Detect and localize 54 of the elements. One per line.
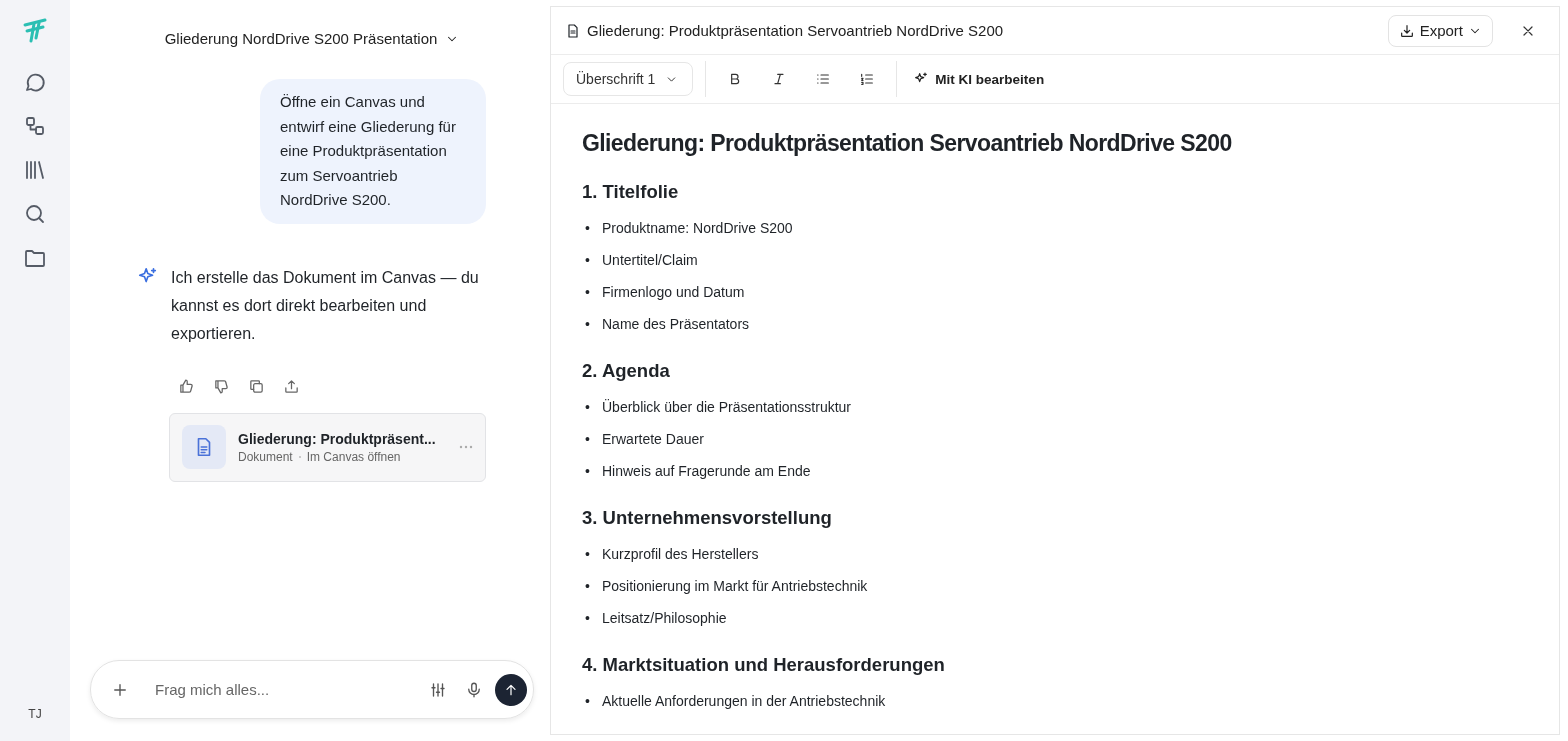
bullet-item: Erwartete Dauer <box>602 430 704 449</box>
numbered-list-icon[interactable] <box>859 71 876 87</box>
document-icon <box>565 22 581 39</box>
bullet-item: Name des Präsentators <box>602 315 750 334</box>
bullet-marker: • <box>584 315 591 334</box>
bullet-item: Positionierung im Markt für Antriebstechnik <box>602 577 868 596</box>
text-style-dropdown[interactable]: Überschrift 1 <box>563 62 694 96</box>
document-card-title: Gliederung: Produktpräsent... <box>238 430 437 447</box>
bullet-item: Hinweis auf Fragerunde am Ende <box>602 462 811 481</box>
download-icon <box>1398 22 1415 39</box>
bullet-item: Kurzprofil des Herstellers <box>602 545 759 564</box>
share-icon[interactable] <box>283 377 300 395</box>
bullet-item: Firmenlogo und Datum <box>602 283 745 302</box>
bullet-item: Aktuelle Anforderungen in der Antriebstechnik <box>602 692 886 711</box>
bullet-marker: • <box>584 219 591 238</box>
bullet-list-icon[interactable] <box>815 71 832 87</box>
section-heading: 2. Agenda <box>582 360 671 382</box>
bullet-marker: • <box>584 462 591 481</box>
chat-title-dropdown[interactable]: Gliederung NordDrive S200 Präsentation <box>158 28 466 49</box>
microphone-icon[interactable] <box>465 680 483 699</box>
thumbs-down-icon[interactable] <box>213 377 230 395</box>
open-in-canvas-link[interactable]: Im Canvas öffnen <box>306 449 401 464</box>
bullet-marker: • <box>584 398 591 417</box>
bullet-marker: • <box>584 692 591 711</box>
document-heading: Gliederung: Produktpräsentation Servoantrieb NordDrive S200 <box>582 130 1233 157</box>
edit-with-ai-button[interactable]: Mit KI bearbeiten <box>909 67 1049 91</box>
bullet-marker: • <box>584 251 591 270</box>
document-title: Gliederung: Produktpräsentation Servoantrieb NordDrive S200 <box>587 22 1005 39</box>
bullet-item: Überblick über die Präsentationsstruktur <box>602 398 851 417</box>
send-button[interactable] <box>495 673 527 706</box>
copy-icon[interactable] <box>248 377 265 395</box>
section-heading: 1. Titelfolie <box>582 181 680 203</box>
bullet-marker: • <box>584 283 591 302</box>
bullet-marker: • <box>584 609 591 628</box>
bullet-marker: • <box>584 545 591 564</box>
bullet-marker: • <box>584 577 591 596</box>
user-initials[interactable]: TJ <box>28 707 42 721</box>
user-message: Öffne ein Canvas und entwirf eine Gliederung für eine Produktpräsentation zum Servoantrieb NordDrive S200. <box>260 79 486 224</box>
message-input-field[interactable]: Frag mich alles... <box>153 680 417 699</box>
section-heading: 4. Marktsituation und Herausforderungen <box>582 654 946 676</box>
sliders-icon[interactable] <box>429 680 447 699</box>
bullet-item: Untertitel/Claim <box>602 251 698 270</box>
bullet-marker: • <box>584 430 591 449</box>
document-type: Dokument <box>238 449 293 464</box>
bullet-item: Produktname: NordDrive S200 <box>602 219 793 238</box>
assistant-message: Ich erstelle das Dokument im Canvas — du kannst es dort direkt bearbeiten und exportieren. <box>171 267 480 344</box>
search-icon[interactable] <box>23 202 47 226</box>
thumbs-up-icon[interactable] <box>178 377 195 395</box>
export-button[interactable]: Export <box>1387 14 1493 47</box>
section-heading: 3. Unternehmensvorstellung <box>582 507 833 529</box>
shapes-icon[interactable] <box>23 114 47 138</box>
library-icon[interactable] <box>23 158 47 182</box>
document-card[interactable]: Gliederung: Produktpräsent... Dokument Im Canvas öffnen <box>169 412 486 482</box>
bullet-item: Leitsatz/Philosophie <box>602 609 727 628</box>
